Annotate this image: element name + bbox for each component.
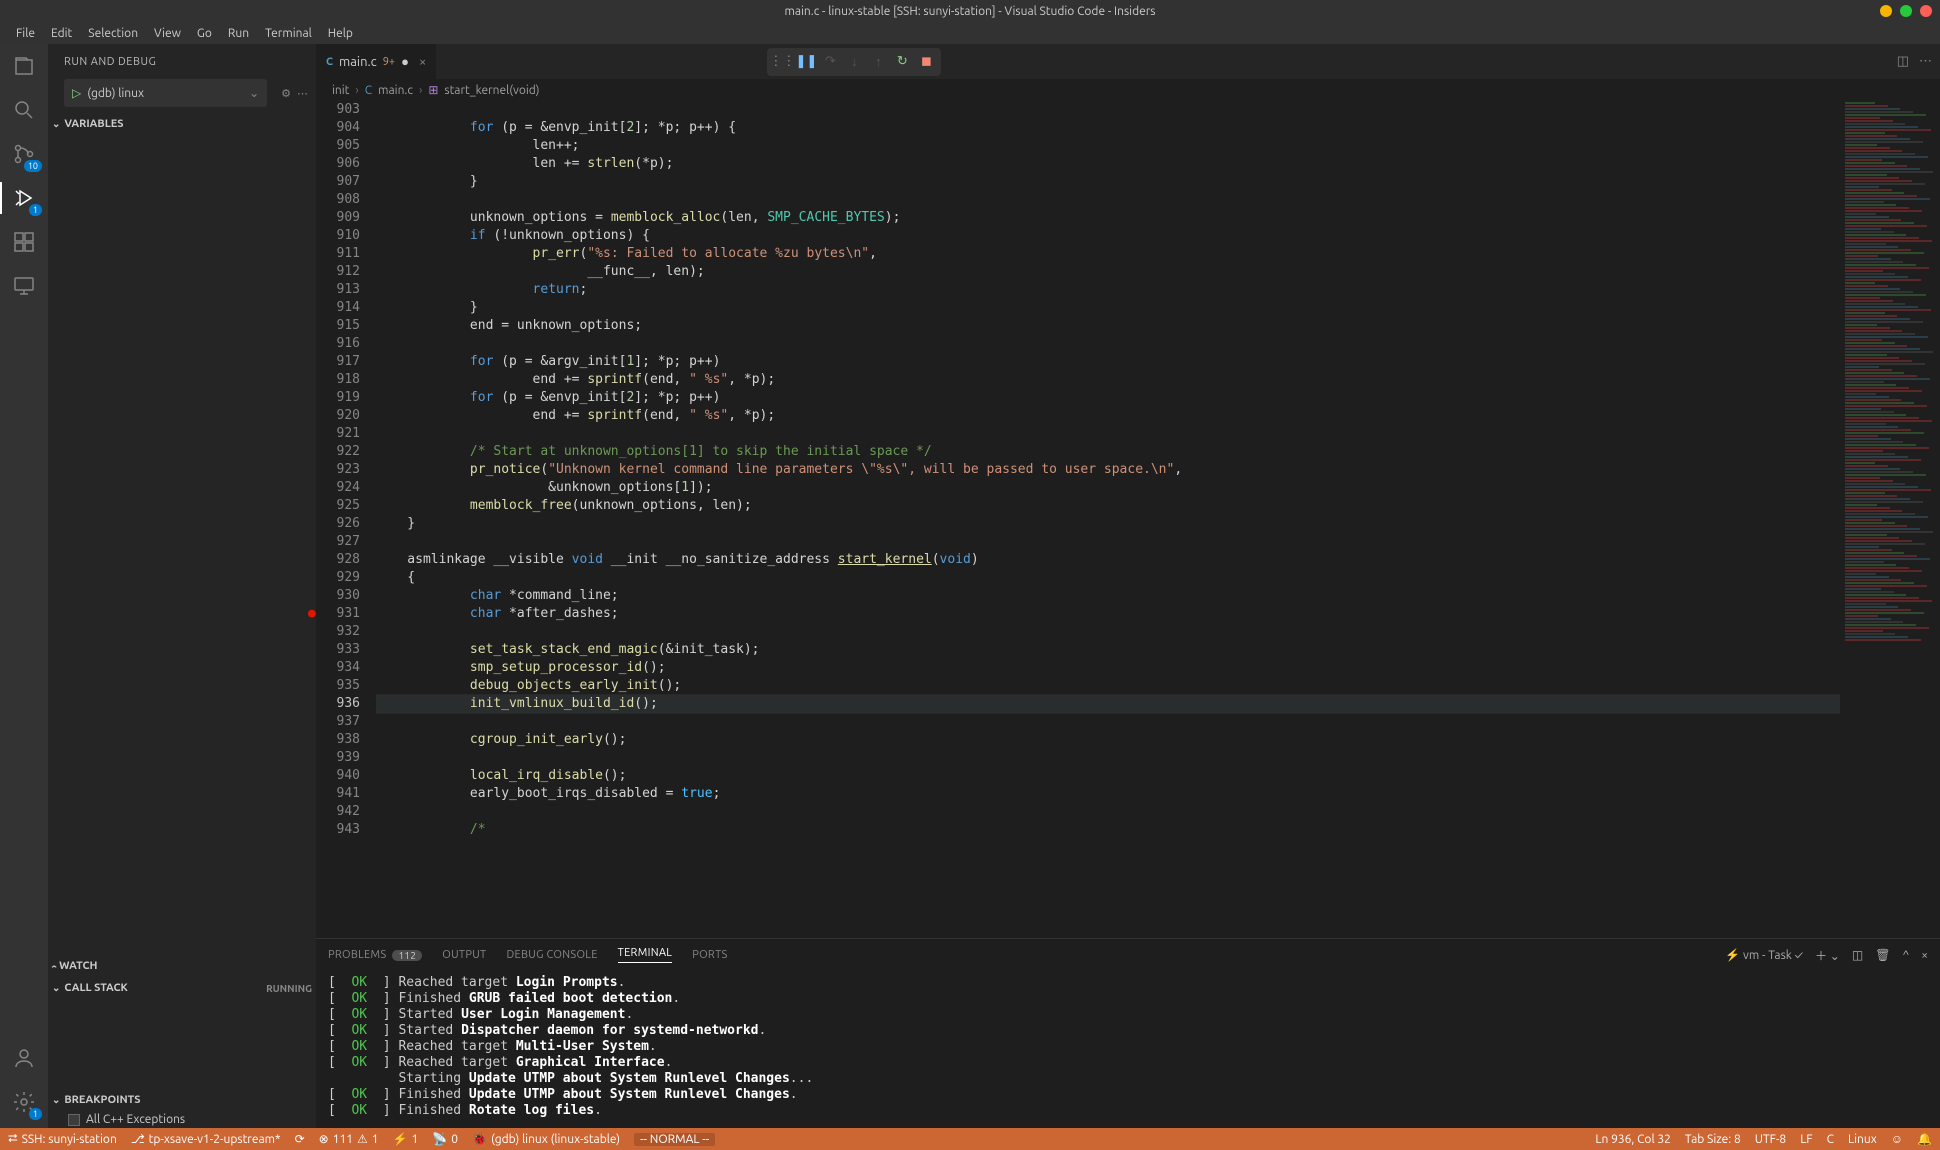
chevron-icon: ⌄ [52,982,60,994]
menu-run[interactable]: Run [220,27,257,40]
restart-icon[interactable]: ↻ [891,51,913,73]
drag-handle-icon[interactable]: ⋮⋮ [771,51,793,73]
code-editor[interactable]: 9039049059069079089099109119129139149159… [316,101,1940,938]
dirty-indicator: ● [401,54,409,69]
step-out-icon: ↑ [867,51,889,73]
settings-badge: 1 [29,1108,42,1120]
menu-help[interactable]: Help [320,27,361,40]
tab-main-c[interactable]: C main.c 9+ ● × [316,44,437,79]
split-editor-icon[interactable]: ◫ [1897,54,1909,69]
menu-edit[interactable]: Edit [43,27,80,40]
branch-indicator[interactable]: ⎇ tp-xsave-v1-2-upstream* [131,1132,281,1146]
menubar: File Edit Selection View Go Run Terminal… [0,22,1940,44]
bottom-panel: PROBLEMS 112 OUTPUT DEBUG CONSOLE TERMIN… [316,938,1940,1128]
lang-mode[interactable]: C [1827,1133,1834,1146]
ports-indicator[interactable]: ⚡ 1 [393,1132,419,1146]
debug-config-selector[interactable]: ▷ (gdb) linux ⌄ [64,79,267,107]
close-button[interactable] [1920,5,1932,17]
remote-indicator[interactable]: ⮂ SSH: sunyi-station [8,1132,117,1146]
window-title: main.c - linux-stable [SSH: sunyi-statio… [784,5,1155,18]
chevron-icon: ⌄ [52,118,60,130]
c-file-icon: C [365,84,372,97]
minimap[interactable] [1840,101,1940,938]
stop-icon[interactable]: ◼ [915,51,937,73]
scm-badge: 10 [24,160,42,172]
sidebar: RUN AND DEBUG ▷ (gdb) linux ⌄ ⚙ ⋯ ⌄ VARI… [48,44,316,1128]
kill-terminal-icon[interactable]: 🗑 [1875,948,1890,962]
panel-tab-problems[interactable]: PROBLEMS 112 [328,949,422,961]
debug-icon[interactable]: 1 [10,184,38,212]
maximize-panel-icon[interactable]: ^ [1902,949,1909,962]
titlebar: main.c - linux-stable [SSH: sunyi-statio… [0,0,1940,22]
panel-tab-output[interactable]: OUTPUT [442,949,486,961]
extensions-icon[interactable] [10,228,38,256]
terminal[interactable]: [ OK ] Reached target Login Prompts. [ O… [316,971,1940,1128]
section-breakpoints[interactable]: ⌄ BREAKPOINTS [48,1089,316,1111]
remote-explorer-icon[interactable] [10,272,38,300]
section-callstack[interactable]: ⌄ CALL STACK RUNNING [48,977,316,999]
menu-go[interactable]: Go [189,27,220,40]
more-actions-icon[interactable]: ⋯ [1919,54,1932,69]
debug-badge: 1 [29,204,42,216]
sidebar-title: RUN AND DEBUG [48,44,316,79]
menu-view[interactable]: View [146,27,189,40]
sync-icon[interactable]: ⟳ [295,1132,305,1146]
debug-target[interactable]: 🐞 (gdb) linux (linux-stable) [472,1132,620,1146]
section-variables[interactable]: ⌄ VARIABLES [48,113,316,135]
step-over-icon: ↷ [819,51,841,73]
activity-bar: 10 1 1 [0,44,48,1128]
editor-tabs: C main.c 9+ ● × ⋮⋮ ❚❚ ↷ ↓ ↑ ↻ ◼ ◫ ⋯ [316,44,1940,79]
minimize-button[interactable] [1880,5,1892,17]
menu-terminal[interactable]: Terminal [257,27,320,40]
start-debug-icon[interactable]: ▷ [72,86,81,100]
menu-selection[interactable]: Selection [80,27,146,40]
more-icon[interactable]: ⋯ [297,87,308,100]
feedback-icon[interactable]: ☺ [1891,1132,1903,1146]
task-selector[interactable]: ⚡ vm - Task ✓ [1725,948,1803,962]
search-icon[interactable] [10,96,38,124]
vim-mode: -- NORMAL -- [634,1133,715,1146]
chevron-icon: ⌄ [52,1094,60,1106]
close-panel-icon[interactable]: × [1921,949,1928,962]
breakpoint-item[interactable]: All C++ Exceptions [48,1111,316,1128]
cursor-position[interactable]: Ln 936, Col 32 [1595,1133,1671,1146]
tab-size[interactable]: Tab Size: 8 [1685,1133,1741,1146]
breadcrumb[interactable]: init › C main.c › ⊞ start_kernel(void) [316,79,1940,101]
debug-toolbar[interactable]: ⋮⋮ ❚❚ ↷ ↓ ↑ ↻ ◼ [767,48,941,76]
step-into-icon: ↓ [843,51,865,73]
problems-indicator[interactable]: ⊗ 111 ⚠ 1 [319,1132,379,1146]
variables-body [48,135,316,955]
radio-indicator[interactable]: 📡 0 [432,1132,458,1146]
statusbar: ⮂ SSH: sunyi-station ⎇ tp-xsave-v1-2-ups… [0,1128,1940,1150]
menu-file[interactable]: File [8,27,43,40]
panel-tab-ports[interactable]: PORTS [692,949,727,961]
settings-gear-icon[interactable]: 1 [10,1088,38,1116]
split-terminal-icon[interactable]: ◫ [1852,948,1863,962]
function-icon: ⊞ [428,83,438,97]
encoding[interactable]: UTF-8 [1755,1133,1786,1146]
gear-icon[interactable]: ⚙ [281,87,291,100]
checkbox[interactable] [68,1114,80,1126]
os-indicator[interactable]: Linux [1848,1133,1877,1146]
panel-tab-debug[interactable]: DEBUG CONSOLE [506,949,597,961]
c-file-icon: C [326,56,333,68]
callstack-body [48,999,316,1089]
pause-icon[interactable]: ❚❚ [795,51,817,73]
eol[interactable]: LF [1800,1133,1812,1146]
window-controls [1880,5,1932,17]
close-tab-icon[interactable]: × [419,55,426,69]
maximize-button[interactable] [1900,5,1912,17]
panel-tab-terminal[interactable]: TERMINAL [618,947,673,963]
scm-icon[interactable]: 10 [10,140,38,168]
new-terminal-icon[interactable]: ＋ ⌄ [1815,947,1840,964]
account-icon[interactable] [10,1044,38,1072]
chevron-icon: › [48,964,59,967]
notifications-icon[interactable]: 🔔 [1917,1132,1932,1146]
chevron-down-icon[interactable]: ⌄ [249,86,259,100]
explorer-icon[interactable] [10,52,38,80]
section-watch[interactable]: › WATCH [48,955,316,977]
